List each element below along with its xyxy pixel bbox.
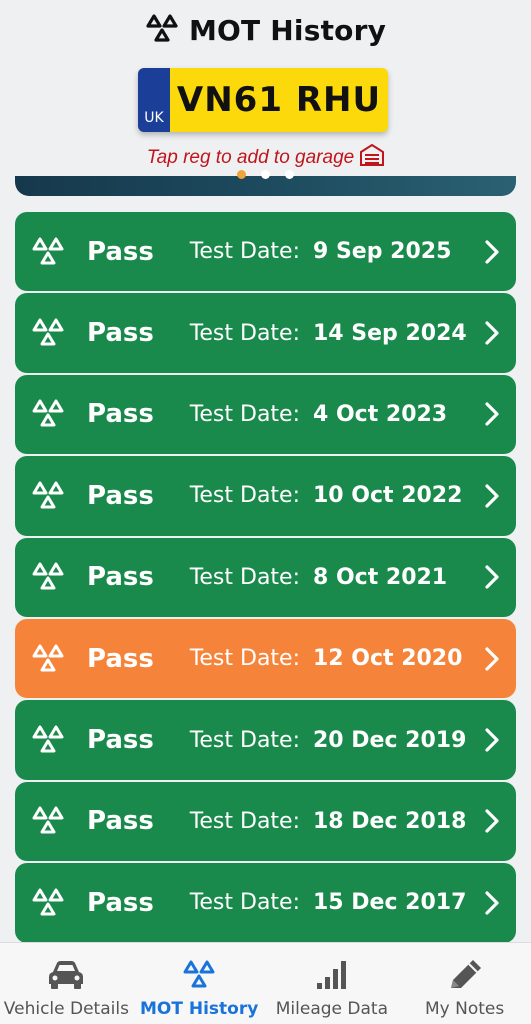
chevron-right-icon [484,401,500,427]
test-date: 20 Dec 2019 [313,727,467,753]
mot-triangle-icon [31,480,65,512]
test-date-label: Test Date: [189,320,300,346]
chevron-right-icon [484,727,500,753]
test-date-label: Test Date: [189,483,300,509]
page-title: MOT History [188,13,387,47]
test-date-label: Test Date: [189,727,300,753]
nav-vehicle-details[interactable]: Vehicle Details [0,943,133,1024]
plate-registration: VN61 RHU [176,80,382,120]
add-to-garage-hint[interactable]: Tap reg to add to garage [0,143,531,172]
plate-country-code: UK [138,68,170,132]
test-date-label: Test Date: [189,646,300,672]
test-date-label: Test Date: [189,564,300,590]
mot-test-row[interactable]: Pass Test Date: 12 Oct 2020 [15,618,516,699]
test-date-label: Test Date: [189,401,300,427]
nav-mot-history[interactable]: MOT History [133,943,266,1024]
mot-test-row[interactable]: Pass Test Date: 15 Dec 2017 [15,863,516,943]
mot-test-row[interactable]: Pass Test Date: 9 Sep 2025 [15,212,516,292]
chevron-right-icon [484,564,500,590]
test-result: Pass [87,399,154,430]
test-date: 18 Dec 2018 [313,808,467,834]
hint-text: Tap reg to add to garage [146,147,355,168]
chevron-right-icon [484,239,500,265]
test-result: Pass [87,643,154,674]
mot-triangle-icon [31,887,65,919]
test-date: 9 Sep 2025 [313,239,452,265]
test-result: Pass [87,725,154,756]
nav-label: MOT History [139,999,259,1019]
test-result: Pass [87,236,154,267]
garage-icon [360,143,385,172]
mot-triangle-icon [31,724,65,756]
mot-test-list: Pass Test Date: 9 Sep 2025 Pass Test Date: 14… [15,212,516,943]
test-date-label: Test Date: [189,239,300,265]
mot-triangle-icon [31,561,65,593]
chevron-right-icon [484,646,500,672]
chevron-right-icon [484,808,500,834]
mot-triangle-icon [31,398,65,430]
mot-test-row[interactable]: Pass Test Date: 8 Oct 2021 [15,537,516,617]
mot-triangle-icon [31,317,65,349]
mot-logo-icon [145,13,179,47]
test-date: 15 Dec 2017 [313,890,467,916]
app-screen: MOT History UK VN61 RHU Tap reg to add t… [0,0,531,1024]
bar-chart-icon [315,957,349,993]
mot-triangle-icon [31,236,65,268]
bottom-navigation: Vehicle Details MOT History Mileage Data… [0,942,531,1024]
test-date: 4 Oct 2023 [313,401,448,427]
test-result: Pass [87,318,154,349]
test-result: Pass [87,806,154,837]
test-result: Pass [87,887,154,918]
chevron-right-icon [484,890,500,916]
carousel-dot[interactable] [261,170,270,179]
mot-test-row[interactable]: Pass Test Date: 4 Oct 2023 [15,374,516,455]
mot-test-row[interactable]: Pass Test Date: 14 Sep 2024 [15,293,516,373]
mot-triangle-icon [31,643,65,675]
test-result: Pass [87,480,154,511]
test-date-label: Test Date: [189,808,300,834]
mot-test-row[interactable]: Pass Test Date: 20 Dec 2019 [15,700,516,780]
nav-label: Mileage Data [275,999,388,1019]
nav-label: Vehicle Details [3,999,129,1019]
car-icon [47,957,85,993]
mot-test-row[interactable]: Pass Test Date: 10 Oct 2022 [15,456,516,536]
mot-triangle-icon [31,805,65,837]
chevron-right-icon [484,320,500,346]
test-date: 14 Sep 2024 [313,320,467,346]
carousel-indicator[interactable] [0,170,531,182]
nav-label: My Notes [425,999,505,1019]
chevron-right-icon [484,483,500,509]
test-date: 12 Oct 2020 [313,646,463,672]
mot-test-row[interactable]: Pass Test Date: 18 Dec 2018 [15,781,516,862]
carousel-dot[interactable] [237,170,246,179]
test-result: Pass [87,562,154,593]
mot-triangle-icon [182,957,216,993]
nav-my-notes[interactable]: My Notes [398,943,531,1024]
pencil-icon [447,957,483,993]
test-date: 8 Oct 2021 [313,564,448,590]
carousel-dot[interactable] [285,170,294,179]
test-date-label: Test Date: [189,890,300,916]
nav-mileage-data[interactable]: Mileage Data [266,943,399,1024]
app-header: MOT History [0,0,531,60]
registration-plate[interactable]: UK VN61 RHU [138,68,388,132]
test-date: 10 Oct 2022 [313,483,463,509]
